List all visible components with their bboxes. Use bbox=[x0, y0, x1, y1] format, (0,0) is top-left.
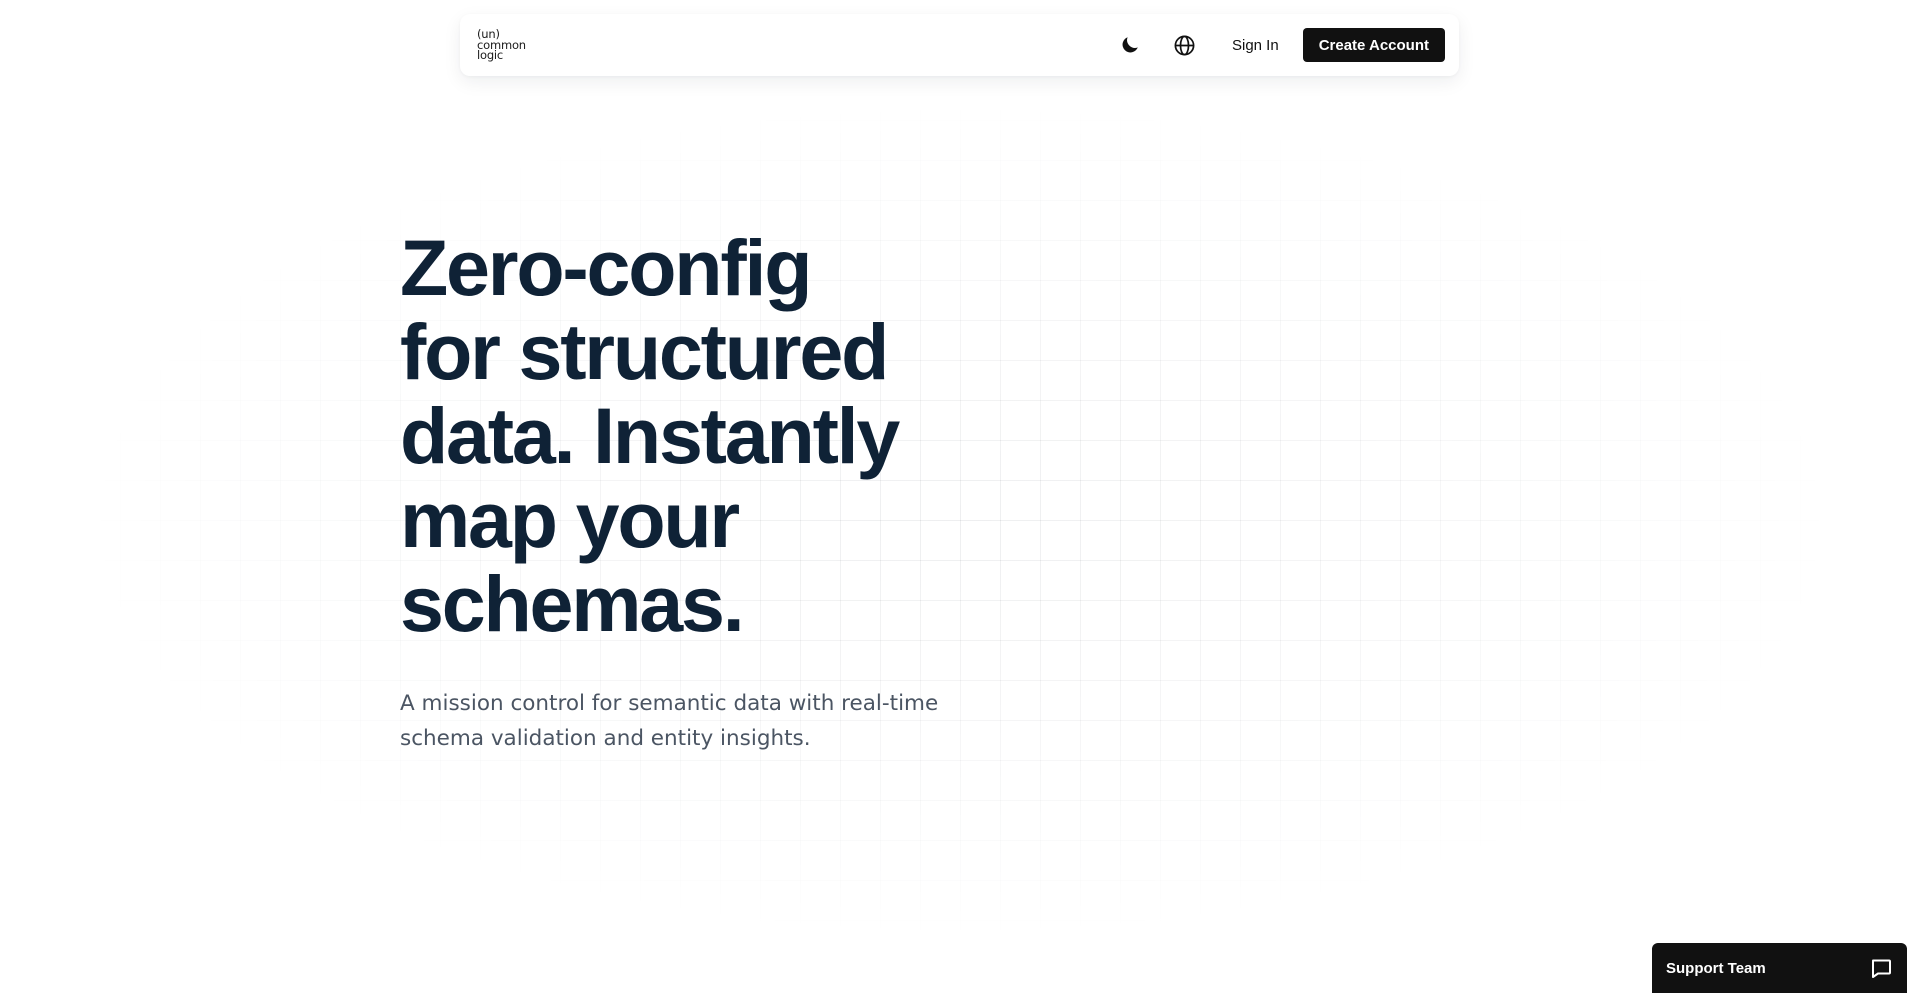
hero-title-line: map your bbox=[400, 475, 740, 564]
landing-page: (un) common logic Sign In Create Account… bbox=[0, 0, 1920, 993]
create-account-button[interactable]: Create Account bbox=[1302, 28, 1445, 62]
moon-icon bbox=[1122, 37, 1138, 53]
logo[interactable]: (un) common logic bbox=[477, 29, 526, 61]
hero-subtitle: A mission control for semantic data with… bbox=[400, 686, 960, 756]
hero-title-line: for structured bbox=[400, 307, 889, 396]
logo-line-3: logic bbox=[477, 48, 504, 63]
globe-icon bbox=[1175, 35, 1195, 55]
top-navbar: (un) common logic Sign In Create Account bbox=[460, 14, 1459, 76]
theme-toggle-button[interactable] bbox=[1114, 29, 1146, 61]
hero-title-line: schemas. bbox=[400, 559, 745, 648]
hero-title-line: Zero-config bbox=[400, 223, 812, 312]
hero-title: Zero-config for structured data. Instant… bbox=[400, 226, 1020, 646]
support-team-widget[interactable]: Support Team bbox=[1652, 943, 1907, 993]
hero-subtitle-line: A mission control for semantic data with… bbox=[400, 691, 939, 716]
hero-title-line: data. Instantly bbox=[400, 391, 900, 480]
support-team-label: Support Team bbox=[1666, 959, 1766, 977]
hero-subtitle-line: schema validation and entity insights. bbox=[400, 726, 811, 751]
language-button[interactable] bbox=[1169, 29, 1201, 61]
sign-in-button[interactable]: Sign In bbox=[1232, 37, 1279, 54]
hero-section: Zero-config for structured data. Instant… bbox=[400, 226, 1020, 756]
chat-bubble-icon bbox=[1872, 959, 1891, 978]
